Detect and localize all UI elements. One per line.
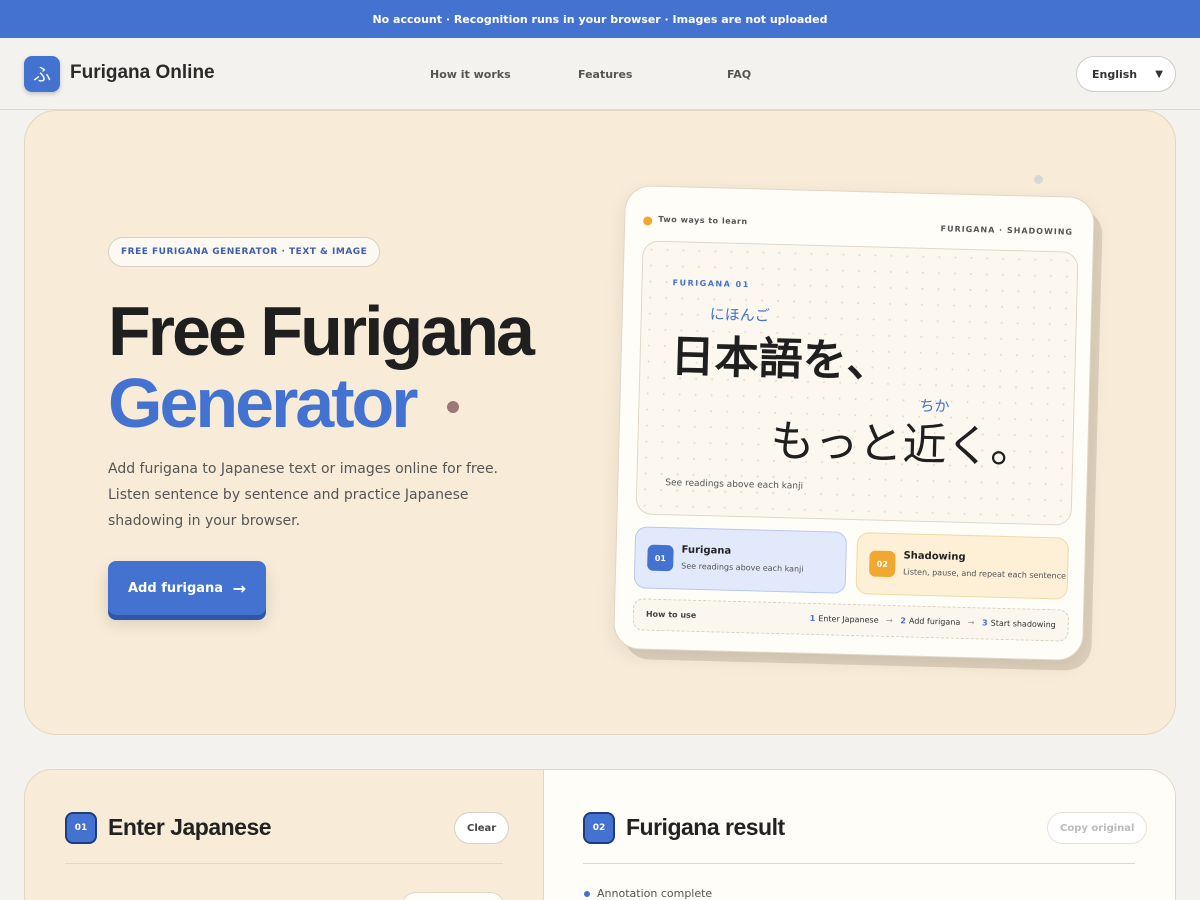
banner-text: No account · Recognition runs in your br… xyxy=(372,12,828,26)
privacy-banner: No account · Recognition runs in your br… xyxy=(0,0,1200,38)
result-section-title: Furigana result xyxy=(626,814,785,840)
chevron-down-icon: ▼ xyxy=(1155,68,1163,80)
step-label: Enter Japanese xyxy=(818,614,879,625)
mode-number-badge: 02 xyxy=(868,550,896,578)
top-nav: ふ Furigana Online How it works Features … xyxy=(0,38,1200,110)
clear-button[interactable]: Clear xyxy=(454,812,510,844)
step-number: 1 xyxy=(809,613,816,624)
mode-subtitle: See readings above each kanji xyxy=(681,561,804,574)
furigana-preview-panel: FURIGANA 01 にほんご 日本語を、 ちか もっと近く。 See rea… xyxy=(635,240,1079,526)
hero-description: Add furigana to Japanese text or images … xyxy=(108,461,499,529)
mode-subtitle: Listen, pause, and repeat each sentence xyxy=(903,567,1067,581)
card-top-right-label: FURIGANA · SHADOWING xyxy=(940,224,1074,237)
brand-name[interactable]: Furigana Online xyxy=(70,62,215,84)
divider xyxy=(583,863,1135,864)
step-label: Add furigana xyxy=(908,616,961,627)
japanese-line-1: 日本語を、 xyxy=(670,331,892,388)
title-dot-decoration xyxy=(447,401,459,413)
logo-icon[interactable]: ふ xyxy=(24,56,60,92)
steps-list: 1 Enter Japanese → 2 Add furigana → 3 Start… xyxy=(810,614,1056,629)
hero-title-line1: Free Furigana xyxy=(108,292,535,370)
annotation-status: Annotation complete xyxy=(597,887,713,900)
card-top-label: Two ways to learn xyxy=(658,214,748,227)
mode-title: Furigana xyxy=(681,544,732,557)
copy-original-button[interactable]: Copy original xyxy=(1047,812,1148,844)
result-section: 02 Furigana result Copy original Annotat… xyxy=(543,769,1176,900)
section-number-badge: 02 xyxy=(583,812,615,844)
arrow-right-icon: → xyxy=(232,578,246,598)
mode-title: Shadowing xyxy=(903,550,966,563)
demo-card: Two ways to learn FURIGANA · SHADOWING F… xyxy=(613,184,1095,662)
arrow-right-icon: → xyxy=(886,615,893,626)
input-option-button[interactable] xyxy=(401,892,505,900)
panel-label: FURIGANA 01 xyxy=(672,278,750,290)
nav-link-features[interactable]: Features xyxy=(578,68,632,81)
cta-label: Add furigana xyxy=(128,580,224,596)
mode-furigana[interactable]: 01 Furigana See readings above each kanj… xyxy=(633,526,848,594)
divider xyxy=(65,863,503,864)
step-number: 3 xyxy=(981,618,988,628)
panel-footer: See readings above each kanji xyxy=(665,478,804,492)
hero-section: FREE FURIGANA GENERATOR · TEXT & IMAGE F… xyxy=(24,110,1176,735)
hero-badge: FREE FURIGANA GENERATOR · TEXT & IMAGE xyxy=(108,237,381,267)
section-number-badge: 01 xyxy=(65,812,97,844)
mode-number-badge: 01 xyxy=(647,544,674,572)
logo-glyph: ふ xyxy=(33,65,51,86)
step-number: 2 xyxy=(900,616,907,626)
input-section: 01 Enter Japanese Clear xyxy=(24,769,544,900)
input-section-title: Enter Japanese xyxy=(108,814,272,840)
nav-link-faq[interactable]: FAQ xyxy=(727,68,751,81)
nav-link-how-it-works[interactable]: How it works xyxy=(430,68,511,81)
arrow-right-icon: → xyxy=(967,618,975,628)
japanese-line-2: もっと近く。 xyxy=(769,415,1036,474)
status-dot-icon xyxy=(643,216,653,226)
language-value: English xyxy=(1092,67,1138,81)
decorative-dot xyxy=(1034,175,1043,184)
status-dot-icon xyxy=(584,891,590,897)
hero-title-line2: Generator xyxy=(108,364,419,442)
language-select[interactable]: English ▼ xyxy=(1076,56,1176,92)
mode-shadowing[interactable]: 02 Shadowing Listen, pause, and repeat e… xyxy=(855,532,1070,600)
add-furigana-button[interactable]: Add furigana → xyxy=(108,561,266,615)
step-label: Start shadowing xyxy=(990,618,1056,630)
how-to-use-label: How to use xyxy=(645,609,697,620)
how-to-use-strip: How to use 1 Enter Japanese → 2 Add furiga… xyxy=(632,598,1070,642)
